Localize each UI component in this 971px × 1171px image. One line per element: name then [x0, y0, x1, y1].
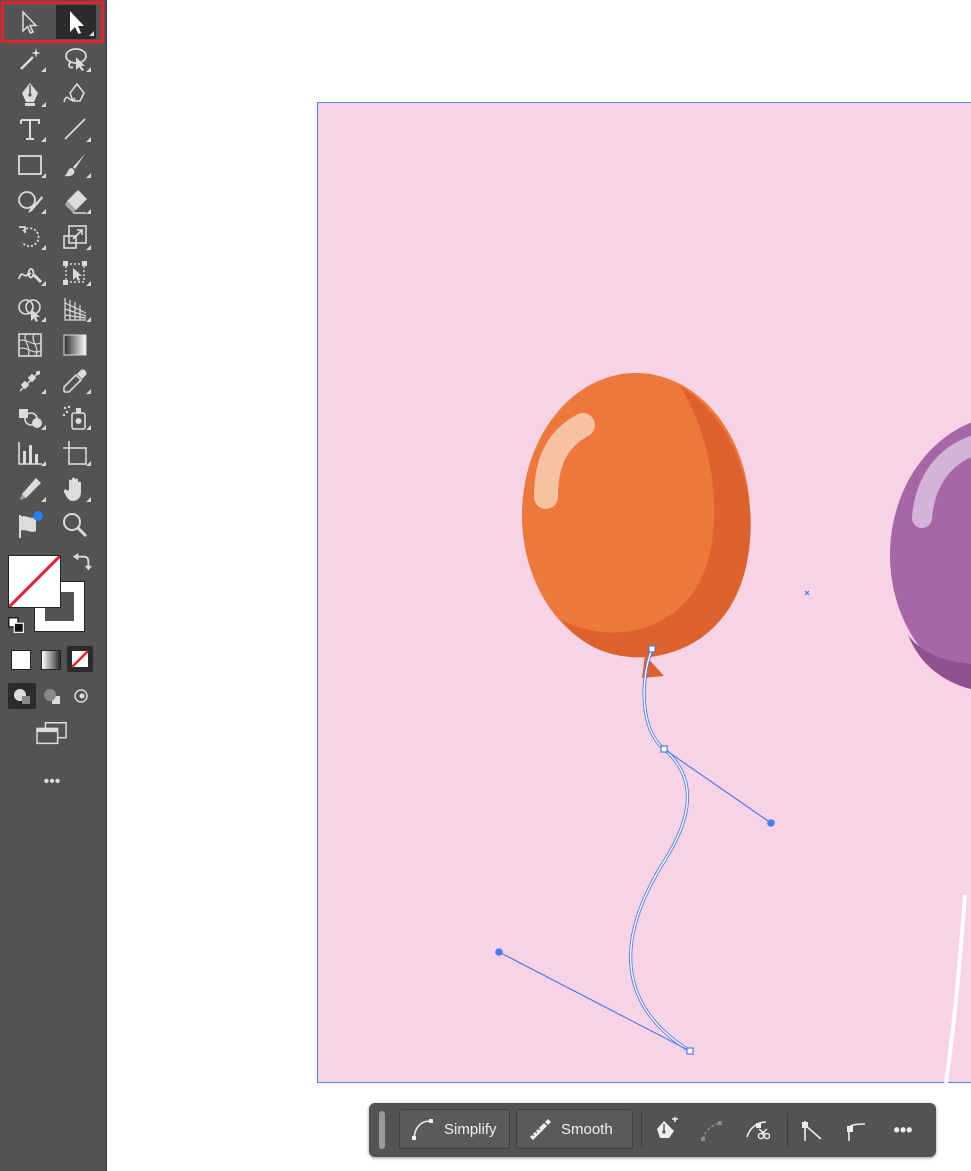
simplify-icon — [412, 1119, 433, 1140]
contextual-task-bar: Simplify Smooth ••• — [369, 1103, 936, 1157]
anchor-point — [660, 745, 668, 753]
smooth-tool-icon — [530, 1119, 551, 1140]
smooth-button[interactable]: Smooth — [516, 1109, 633, 1149]
corner-anchor-icon[interactable] — [797, 1115, 827, 1145]
convert-anchor-icon — [697, 1115, 727, 1145]
separator — [787, 1113, 788, 1147]
more-options-icon[interactable]: ••• — [887, 1115, 919, 1145]
direction-handle — [767, 819, 775, 827]
direction-handle — [495, 948, 503, 956]
purple-balloon — [890, 422, 971, 690]
pen-anchor-icon[interactable] — [652, 1115, 682, 1145]
smooth-label: Smooth — [561, 1120, 613, 1138]
cut-path-icon[interactable] — [742, 1115, 772, 1145]
anchor-point — [648, 645, 656, 653]
orange-balloon — [522, 373, 751, 678]
white-curve-shape — [944, 894, 967, 1084]
simplify-button[interactable]: Simplify — [399, 1109, 510, 1149]
center-point-marker — [804, 590, 810, 596]
simplify-label: Simplify — [444, 1120, 497, 1138]
artwork-layer — [495, 373, 971, 1084]
drag-handle[interactable] — [379, 1111, 385, 1149]
smooth-anchor-icon[interactable] — [841, 1115, 871, 1145]
anchor-point — [686, 1047, 694, 1055]
separator — [641, 1113, 642, 1147]
